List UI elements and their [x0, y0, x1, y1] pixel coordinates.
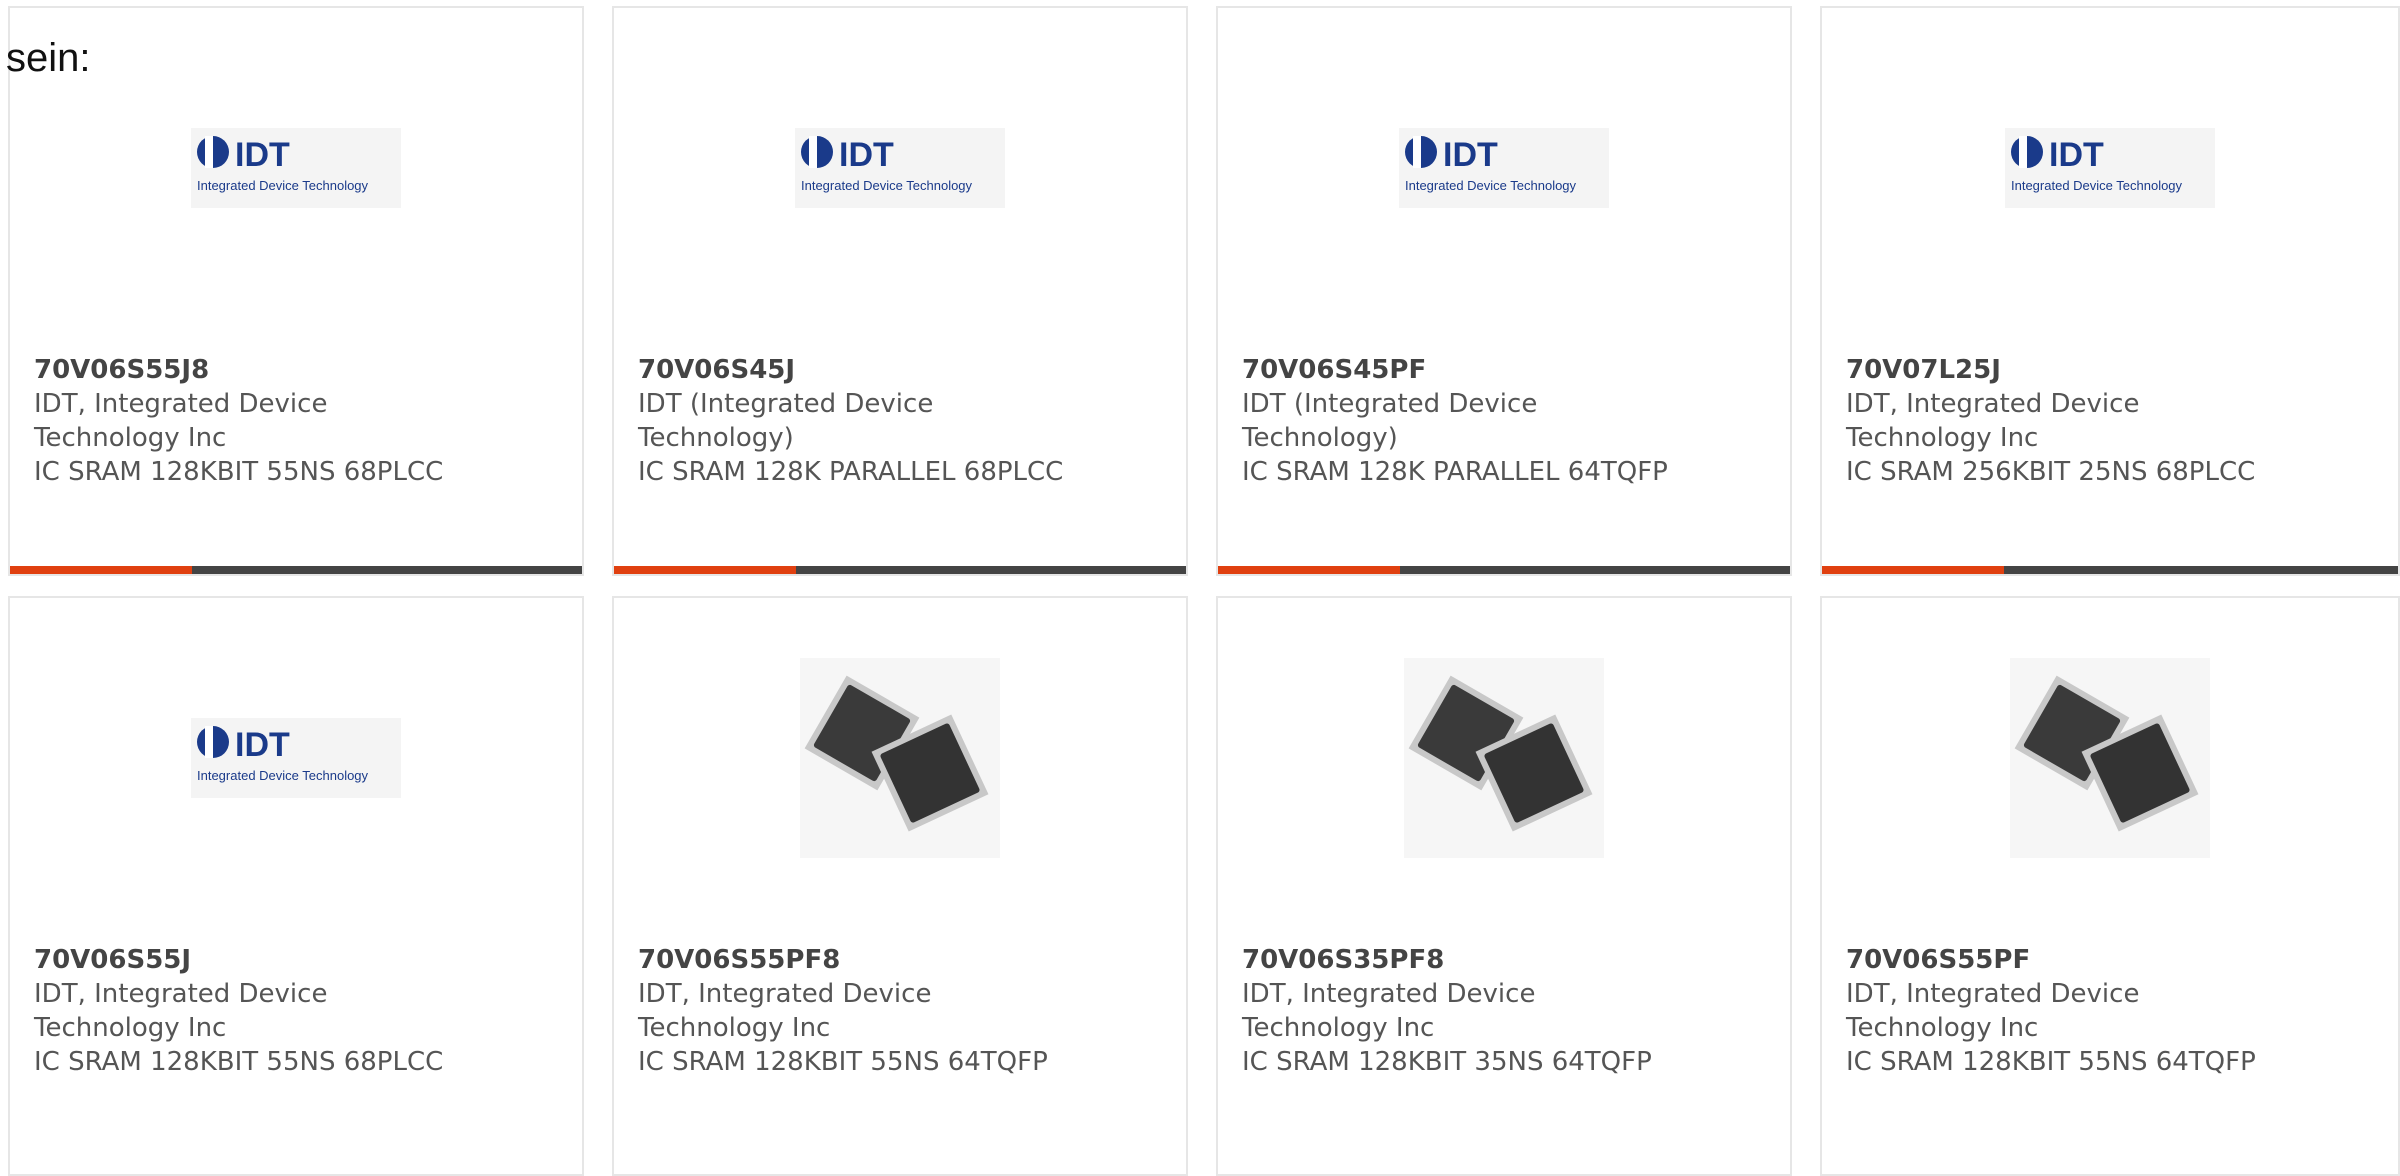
- part-number-link[interactable]: 70V06S55J8: [34, 355, 209, 385]
- logo-mark: IDT: [235, 726, 290, 764]
- logo-mark: IDT: [2049, 136, 2104, 174]
- part-number-link[interactable]: 70V06S35PF8: [1242, 945, 1444, 975]
- logo-mark: IDT: [1443, 136, 1498, 174]
- part-number-link[interactable]: 70V06S45PF: [1242, 355, 1426, 385]
- card-accent: [1218, 566, 1400, 574]
- manufacturer: IDT (Integrated Device Technology): [1242, 389, 1538, 453]
- idt-logo-icon: IDT Integrated Device Technology: [191, 128, 401, 208]
- part-number-link[interactable]: 70V06S55PF8: [638, 945, 840, 975]
- card-accent: [10, 566, 192, 574]
- product-image[interactable]: [614, 658, 1186, 858]
- card-bottom-bar: [1822, 566, 2398, 574]
- intro-text: sein:: [6, 36, 91, 80]
- card-bottom-bar: [10, 566, 582, 574]
- manufacturer: IDT, Integrated Device Technology Inc: [638, 979, 932, 1043]
- product-card[interactable]: IDT Integrated Device Technology 70V06S5…: [8, 596, 584, 1176]
- manufacturer: IDT (Integrated Device Technology): [638, 389, 934, 453]
- logo-mark: IDT: [235, 136, 290, 174]
- logo-subtitle: Integrated Device Technology: [801, 178, 973, 193]
- product-image[interactable]: IDT Integrated Device Technology: [1218, 68, 1790, 268]
- manufacturer: IDT, Integrated Device Technology Inc: [1846, 979, 2140, 1043]
- card-bottom-bar: [614, 566, 1186, 574]
- description: IC SRAM 256KBIT 25NS 68PLCC: [1846, 457, 2256, 487]
- description: IC SRAM 128KBIT 55NS 64TQFP: [638, 1047, 1048, 1077]
- manufacturer: IDT, Integrated Device Technology Inc: [1846, 389, 2140, 453]
- product-image[interactable]: [1218, 658, 1790, 858]
- card-accent: [1822, 566, 2004, 574]
- manufacturer: IDT, Integrated Device Technology Inc: [1242, 979, 1536, 1043]
- logo-subtitle: Integrated Device Technology: [197, 768, 369, 783]
- manufacturer: IDT, Integrated Device Technology Inc: [34, 979, 328, 1043]
- description: IC SRAM 128K PARALLEL 64TQFP: [1242, 457, 1668, 487]
- manufacturer: IDT, Integrated Device Technology Inc: [34, 389, 328, 453]
- idt-logo-icon: IDT Integrated Device Technology: [191, 718, 401, 798]
- description: IC SRAM 128KBIT 35NS 64TQFP: [1242, 1047, 1652, 1077]
- product-image[interactable]: [1822, 658, 2398, 858]
- logo-subtitle: Integrated Device Technology: [1405, 178, 1577, 193]
- card-bottom-bar: [1218, 566, 1790, 574]
- idt-logo-icon: IDT Integrated Device Technology: [2005, 128, 2215, 208]
- product-card[interactable]: IDT Integrated Device Technology 70V06S4…: [1216, 6, 1792, 576]
- description: IC SRAM 128KBIT 55NS 68PLCC: [34, 1047, 444, 1077]
- product-image[interactable]: IDT Integrated Device Technology: [10, 68, 582, 268]
- card-accent: [614, 566, 796, 574]
- idt-logo-icon: IDT Integrated Device Technology: [795, 128, 1005, 208]
- part-number-link[interactable]: 70V06S55J: [34, 945, 191, 975]
- idt-logo-icon: IDT Integrated Device Technology: [1399, 128, 1609, 208]
- product-card[interactable]: IDT Integrated Device Technology 70V06S4…: [612, 6, 1188, 576]
- tqfp-chip-icon: [1404, 658, 1604, 858]
- part-number-link[interactable]: 70V07L25J: [1846, 355, 2001, 385]
- logo-subtitle: Integrated Device Technology: [2011, 178, 2183, 193]
- product-card[interactable]: 70V06S35PF8 IDT, Integrated Device Techn…: [1216, 596, 1792, 1176]
- tqfp-chip-icon: [800, 658, 1000, 858]
- product-image[interactable]: IDT Integrated Device Technology: [1822, 68, 2398, 268]
- part-number-link[interactable]: 70V06S45J: [638, 355, 795, 385]
- product-image[interactable]: IDT Integrated Device Technology: [614, 68, 1186, 268]
- tqfp-chip-icon: [2010, 658, 2210, 858]
- description: IC SRAM 128KBIT 55NS 64TQFP: [1846, 1047, 2256, 1077]
- description: IC SRAM 128KBIT 55NS 68PLCC: [34, 457, 444, 487]
- logo-subtitle: Integrated Device Technology: [197, 178, 369, 193]
- product-image[interactable]: IDT Integrated Device Technology: [10, 658, 582, 858]
- part-number-link[interactable]: 70V06S55PF: [1846, 945, 2030, 975]
- product-card[interactable]: 70V06S55PF IDT, Integrated Device Techno…: [1820, 596, 2400, 1176]
- product-card[interactable]: IDT Integrated Device Technology 70V06S5…: [8, 6, 584, 576]
- description: IC SRAM 128K PARALLEL 68PLCC: [638, 457, 1064, 487]
- product-card[interactable]: 70V06S55PF8 IDT, Integrated Device Techn…: [612, 596, 1188, 1176]
- logo-mark: IDT: [839, 136, 894, 174]
- product-card[interactable]: IDT Integrated Device Technology 70V07L2…: [1820, 6, 2400, 576]
